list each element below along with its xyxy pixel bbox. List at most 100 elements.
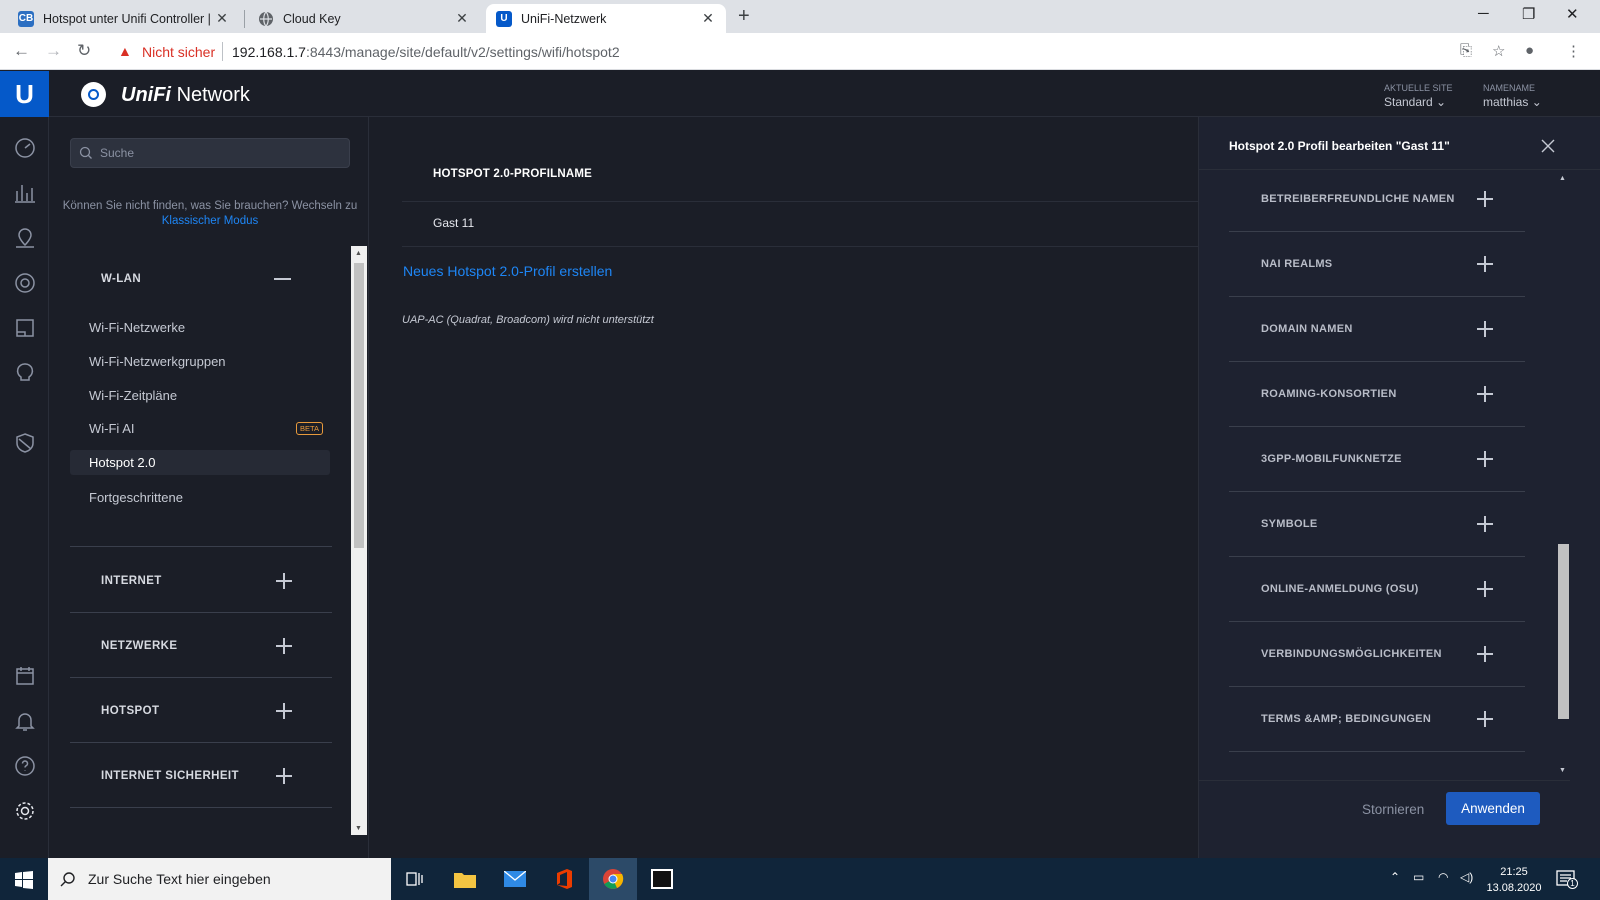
url-field[interactable]: 192.168.1.7:8443/manage/site/default/v2/… bbox=[232, 44, 620, 60]
bell-icon[interactable] bbox=[13, 709, 37, 733]
task-view-icon[interactable] bbox=[391, 858, 439, 900]
minimize-icon[interactable]: ─ bbox=[1478, 5, 1489, 22]
expand-plus-icon[interactable] bbox=[1477, 581, 1493, 597]
clients-icon[interactable] bbox=[13, 316, 37, 340]
close-icon[interactable] bbox=[1540, 138, 1556, 154]
drawer-scroll-thumb[interactable] bbox=[1558, 544, 1569, 719]
restore-window-icon[interactable]: ❐ bbox=[1522, 5, 1535, 23]
back-arrow-icon[interactable]: ← bbox=[13, 41, 30, 61]
expand-plus-icon[interactable] bbox=[276, 768, 292, 784]
acc-domain-names[interactable]: DOMAIN NAMEN bbox=[1261, 323, 1353, 335]
office-icon[interactable] bbox=[540, 858, 588, 900]
windows-start-icon[interactable] bbox=[15, 871, 33, 889]
create-profile-link[interactable]: Neues Hotspot 2.0-Profil erstellen bbox=[403, 263, 612, 279]
map-icon[interactable] bbox=[13, 226, 37, 250]
expand-plus-icon[interactable] bbox=[276, 638, 292, 654]
chrome-icon[interactable] bbox=[589, 858, 637, 900]
user-menu[interactable]: matthias ⌄ bbox=[1483, 95, 1542, 109]
expand-plus-icon[interactable] bbox=[1477, 516, 1493, 532]
new-tab-plus-icon[interactable]: + bbox=[738, 6, 750, 26]
profile-row-gast-11[interactable]: Gast 11 bbox=[433, 216, 474, 230]
browser-menu-icon[interactable]: ⋮ bbox=[1566, 42, 1581, 60]
brand-prefix: UniFi bbox=[121, 84, 171, 106]
tab-unifi-netzwerk[interactable]: U UniFi-Netzwerk ✕ bbox=[486, 4, 726, 33]
nav-scrollbar[interactable]: ▲ ▼ bbox=[351, 246, 367, 835]
acc-nai-realms[interactable]: NAI REALMS bbox=[1261, 258, 1332, 270]
close-window-icon[interactable]: ✕ bbox=[1566, 5, 1579, 23]
section-internet-security[interactable]: INTERNET SICHERHEIT bbox=[101, 770, 239, 782]
taskbar-search[interactable]: Zur Suche Text hier eingeben bbox=[48, 858, 391, 900]
nav-item-wifi-networks[interactable]: Wi-Fi-Netzwerke bbox=[89, 320, 185, 335]
scroll-down-arrow-icon[interactable]: ▼ bbox=[1559, 767, 1566, 774]
expand-plus-icon[interactable] bbox=[1477, 256, 1493, 272]
acc-terms-conditions[interactable]: TERMS &AMP; BEDINGUNGEN bbox=[1261, 713, 1431, 725]
notification-center-icon[interactable]: 1 bbox=[1556, 869, 1578, 889]
wifi-icon[interactable]: ◠ bbox=[1438, 870, 1448, 884]
volume-icon[interactable]: ◁) bbox=[1460, 870, 1473, 884]
help-icon[interactable] bbox=[13, 754, 37, 778]
acc-operator-friendly-names[interactable]: BETREIBERFREUNDLICHE NAMEN bbox=[1261, 193, 1455, 205]
collapse-minus-icon[interactable] bbox=[274, 278, 291, 280]
statistics-icon[interactable] bbox=[13, 181, 37, 205]
settings-gear-icon[interactable] bbox=[13, 799, 37, 823]
section-internet[interactable]: INTERNET bbox=[101, 575, 162, 587]
section-hotspot[interactable]: HOTSPOT bbox=[101, 705, 159, 717]
scroll-up-arrow-icon[interactable]: ▲ bbox=[355, 250, 362, 257]
translate-icon[interactable]: ⎘ bbox=[1460, 42, 1472, 59]
tab-cloud-key[interactable]: Cloud Key ✕ bbox=[248, 4, 480, 33]
acc-3gpp-networks[interactable]: 3GPP-MOBILFUNKNETZE bbox=[1261, 453, 1402, 465]
events-calendar-icon[interactable] bbox=[13, 664, 37, 688]
taskbar-clock[interactable]: 21:25 13.08.2020 bbox=[1484, 864, 1544, 896]
nav-item-wifi-ai[interactable]: Wi-Fi AI bbox=[89, 421, 135, 436]
expand-plus-icon[interactable] bbox=[1477, 386, 1493, 402]
close-tab-icon[interactable]: ✕ bbox=[454, 10, 470, 27]
site-selector[interactable]: Standard ⌄ bbox=[1384, 95, 1446, 109]
mail-icon[interactable] bbox=[491, 858, 539, 900]
insights-icon[interactable] bbox=[13, 361, 37, 385]
dashboard-icon[interactable] bbox=[13, 136, 37, 160]
bookmark-star-icon[interactable]: ☆ bbox=[1492, 42, 1505, 60]
scroll-down-arrow-icon[interactable]: ▼ bbox=[355, 825, 362, 832]
expand-plus-icon[interactable] bbox=[1477, 191, 1493, 207]
nav-scroll-thumb[interactable] bbox=[354, 263, 364, 548]
wlan-section-header[interactable]: W-LAN bbox=[101, 273, 141, 285]
nav-item-wifi-network-groups[interactable]: Wi-Fi-Netzwerkgruppen bbox=[89, 354, 226, 369]
apply-button[interactable]: Anwenden bbox=[1446, 792, 1540, 825]
warning-triangle-icon[interactable]: ▲ bbox=[118, 43, 132, 59]
ubiquiti-logo-icon[interactable]: U bbox=[0, 71, 49, 117]
tab-hotspot-unifi-controller[interactable]: CB Hotspot unter Unifi Controller | C ✕ bbox=[8, 4, 240, 33]
expand-plus-icon[interactable] bbox=[1477, 451, 1493, 467]
scroll-up-arrow-icon[interactable]: ▲ bbox=[1559, 175, 1566, 182]
close-tab-icon[interactable]: ✕ bbox=[700, 10, 716, 27]
expand-plus-icon[interactable] bbox=[1477, 321, 1493, 337]
shield-icon[interactable] bbox=[13, 431, 37, 455]
devices-icon[interactable] bbox=[13, 271, 37, 295]
section-networks[interactable]: NETZWERKE bbox=[101, 640, 177, 652]
reload-icon[interactable]: ↻ bbox=[77, 41, 91, 61]
acc-connection-capabilities[interactable]: VERBINDUNGSMÖGLICHKEITEN bbox=[1261, 648, 1442, 660]
expand-plus-icon[interactable] bbox=[1477, 711, 1493, 727]
not-secure-label[interactable]: Nicht sicher bbox=[142, 44, 215, 60]
nav-item-advanced[interactable]: Fortgeschrittene bbox=[89, 490, 183, 505]
qfi-app-icon[interactable] bbox=[638, 858, 686, 900]
profile-avatar-icon[interactable]: ● bbox=[1525, 42, 1534, 59]
forward-arrow-icon[interactable]: → bbox=[45, 41, 62, 61]
battery-icon[interactable]: ▭ bbox=[1413, 870, 1424, 884]
expand-plus-icon[interactable] bbox=[276, 703, 292, 719]
nav-item-hotspot-2[interactable]: Hotspot 2.0 bbox=[70, 450, 330, 475]
acc-online-signup[interactable]: ONLINE-ANMELDUNG (OSU) bbox=[1261, 583, 1419, 595]
nav-item-wifi-schedules[interactable]: Wi-Fi-Zeitpläne bbox=[89, 388, 177, 403]
settings-search[interactable] bbox=[70, 138, 350, 168]
expand-plus-icon[interactable] bbox=[276, 573, 292, 589]
tray-chevron-up-icon[interactable]: ⌃ bbox=[1390, 870, 1400, 884]
url-path: :8443/manage/site/default/v2/settings/wi… bbox=[305, 44, 620, 60]
search-input[interactable] bbox=[100, 139, 340, 167]
close-tab-icon[interactable]: ✕ bbox=[214, 10, 230, 27]
expand-plus-icon[interactable] bbox=[1477, 646, 1493, 662]
acc-icons[interactable]: SYMBOLE bbox=[1261, 518, 1318, 530]
drawer-scrollbar[interactable]: ▲ ▼ bbox=[1556, 172, 1570, 776]
cancel-button[interactable]: Stornieren bbox=[1362, 802, 1424, 817]
classic-mode-link[interactable]: Klassischer Modus bbox=[162, 215, 259, 227]
file-explorer-icon[interactable] bbox=[441, 858, 489, 900]
acc-roaming-consortiums[interactable]: ROAMING-KONSORTIEN bbox=[1261, 388, 1397, 400]
